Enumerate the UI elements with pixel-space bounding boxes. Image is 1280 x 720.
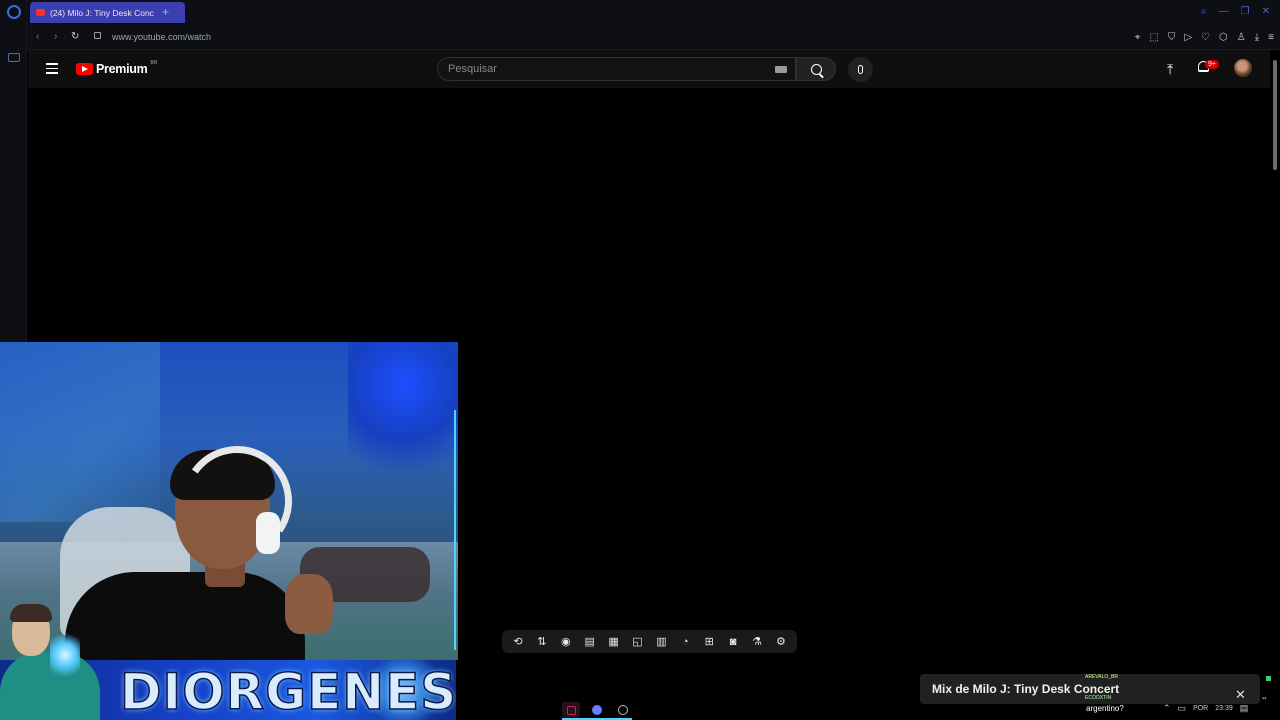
reload-icon[interactable]: ↻ [71, 31, 79, 42]
system-tray: ⌃ ▭ POR 23:39 ▤ [1163, 703, 1248, 714]
url-field[interactable]: www.youtube.com/watch [112, 32, 211, 42]
taskbar [562, 702, 632, 718]
minimize-icon[interactable]: — [1219, 5, 1229, 19]
mascot-hair [10, 604, 52, 622]
streamer-mascot [0, 600, 120, 720]
pin-icon[interactable]: ⌖ [1135, 31, 1141, 44]
screenshot-icon[interactable]: ◙ [725, 635, 741, 649]
cam-frame-line [454, 410, 456, 650]
address-bar: ‹ › ↻ www.youtube.com/watch ⌖ ⬚ ⛉ ▷ ♡ ⬡ … [27, 25, 1280, 50]
search-button[interactable] [796, 57, 836, 81]
language-indicator[interactable]: POR [1193, 705, 1208, 712]
tab-title: (24) Milo J: Tiny Desk Conc [50, 7, 154, 18]
status-indicator-icon [1266, 676, 1271, 681]
watch-icon[interactable]: ▤ [582, 635, 598, 649]
opera-logo-icon[interactable] [7, 5, 21, 19]
search-box [437, 57, 796, 81]
headset-earcup [256, 512, 280, 554]
scrollbar-thumb[interactable] [1273, 60, 1277, 170]
search-tabs-icon[interactable]: ⌕ [1201, 5, 1207, 19]
shield-icon[interactable]: ⛉ [1168, 31, 1176, 44]
vpn-icon[interactable] [8, 53, 20, 62]
wall [0, 342, 160, 522]
streamer-hand [285, 574, 333, 634]
clapper-icon[interactable]: ▦ [606, 635, 622, 649]
youtube-favicon-icon [36, 9, 45, 16]
app-icon[interactable] [562, 702, 580, 718]
tray-mini-icon: ▪▪ [1262, 696, 1267, 702]
close-icon[interactable]: ✕ [1235, 688, 1246, 702]
settings-gear-icon[interactable]: ⚙ [773, 635, 789, 649]
close-window-icon[interactable]: ✕ [1262, 5, 1270, 19]
network-icon[interactable]: ▭ [1178, 703, 1187, 714]
lock-icon [94, 32, 101, 39]
speed-icon[interactable]: ◔ [677, 635, 693, 649]
new-tab-button[interactable]: + [162, 5, 169, 19]
upload-icon[interactable]: ⤒ [1167, 61, 1173, 77]
sort-icon[interactable]: ⇅ [534, 635, 550, 649]
back-icon[interactable]: ‹ [36, 31, 39, 42]
hamburger-menu-icon[interactable] [46, 63, 58, 74]
menu-icon[interactable]: ≡ [1268, 31, 1274, 44]
youtube-play-icon [76, 63, 93, 75]
window-controls: ⌕ — ❐ ✕ [1201, 5, 1270, 19]
led-light [348, 342, 458, 482]
streamer-name: DIORGENES [119, 663, 456, 720]
chevron-up-icon[interactable]: ⌃ [1163, 703, 1171, 714]
discord-icon[interactable] [588, 702, 606, 718]
loop-icon[interactable]: ⟲ [510, 635, 526, 649]
account-icon[interactable]: ♙ [1237, 31, 1246, 44]
extensions-icon[interactable]: ⬡ [1219, 31, 1228, 44]
microphone-icon [858, 65, 863, 74]
tab-strip: (24) Milo J: Tiny Desk Conc + ⌕ — ❐ ✕ [27, 0, 1280, 25]
youtube-header: Premium BR ⤒ 9+ [28, 50, 1270, 88]
obs-icon[interactable] [614, 702, 632, 718]
avatar[interactable] [1234, 59, 1252, 77]
clock[interactable]: 23:39 [1215, 705, 1233, 712]
notification-badge: 9+ [1205, 60, 1219, 69]
search-input[interactable] [438, 58, 758, 80]
voice-search-button[interactable] [848, 57, 873, 82]
player-toolbar: ⟲ ⇅ ◉ ▤ ▦ ◱ ▥ ◔ ⊞ ◙ ⚗ ⚙ [502, 630, 797, 653]
address-bar-actions: ⌖ ⬚ ⛉ ▷ ♡ ⬡ ♙ ⤓ ≡ [1135, 31, 1274, 44]
chat-username: ECOOXTIN [1085, 695, 1112, 701]
chat-username: AREVALO_BR [1085, 674, 1118, 680]
region-code: BR [150, 60, 158, 66]
chat-message: argentino? [1086, 704, 1124, 713]
forward-icon[interactable]: › [54, 31, 57, 42]
youtube-logo[interactable]: Premium BR [76, 60, 158, 76]
search-icon [810, 63, 822, 75]
play-icon[interactable]: ▷ [1184, 31, 1192, 44]
brand-text: Premium [96, 62, 148, 76]
flask-icon[interactable]: ⚗ [749, 635, 765, 649]
screen: (24) Milo J: Tiny Desk Conc + ⌕ — ❐ ✕ ‹ … [0, 0, 1280, 720]
add-screen-icon[interactable]: ⊞ [701, 635, 717, 649]
download-icon[interactable]: ⤓ [1255, 31, 1259, 44]
cinema-icon[interactable]: ▥ [653, 635, 669, 649]
aspect-icon[interactable]: ◱ [629, 635, 645, 649]
notification-center-icon[interactable]: ▤ [1240, 703, 1249, 714]
mascot-spark [50, 630, 80, 680]
broadcast-icon[interactable]: ◉ [558, 635, 574, 649]
heart-icon[interactable]: ♡ [1201, 31, 1210, 44]
snapshot-icon[interactable]: ⬚ [1149, 31, 1158, 44]
keyboard-icon[interactable] [775, 66, 787, 73]
restore-icon[interactable]: ❐ [1241, 5, 1250, 19]
